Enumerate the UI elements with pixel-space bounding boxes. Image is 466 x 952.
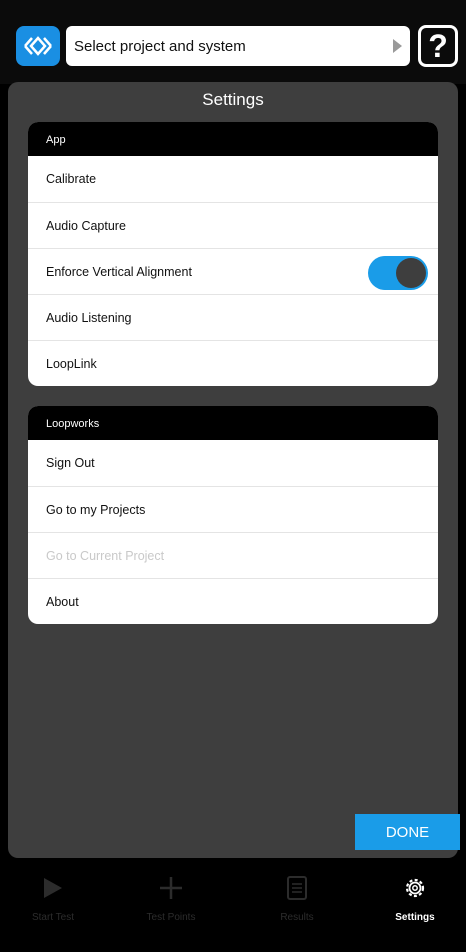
gear-icon xyxy=(405,878,425,898)
tab-test-points[interactable]: Test Points xyxy=(126,870,216,923)
help-button[interactable]: ? xyxy=(418,25,458,67)
audio-capture-row[interactable]: Audio Capture xyxy=(28,202,438,248)
section-header-loopworks: Loopworks xyxy=(28,406,438,440)
settings-panel: Settings App Calibrate Audio Capture Enf… xyxy=(8,82,460,858)
loopworks-section-card: Loopworks Sign Out Go to my Projects Go … xyxy=(28,406,438,624)
project-system-select[interactable]: Select project and system xyxy=(66,26,410,66)
audio-listening-row[interactable]: Audio Listening xyxy=(28,294,438,340)
toggle-knob xyxy=(396,258,426,288)
tab-label-start-test: Start Test xyxy=(31,912,75,923)
project-select-value: Select project and system xyxy=(74,37,246,55)
section-header-app: App xyxy=(28,122,438,156)
about-row[interactable]: About xyxy=(28,578,438,624)
tab-label-settings: Settings xyxy=(395,912,435,923)
enforce-vertical-alignment-row: Enforce Vertical Alignment xyxy=(28,248,438,294)
app-section-card: App Calibrate Audio Capture Enforce Vert… xyxy=(28,122,438,386)
diamond-logo-icon xyxy=(24,36,52,56)
document-icon xyxy=(287,876,307,900)
done-button[interactable]: DONE xyxy=(355,814,460,850)
go-to-my-projects-row[interactable]: Go to my Projects xyxy=(28,486,438,532)
page-title: Settings xyxy=(202,90,264,109)
looplink-row[interactable]: LoopLink xyxy=(28,340,438,386)
tab-results[interactable]: Results xyxy=(252,870,342,923)
enforce-vertical-alignment-toggle[interactable] xyxy=(368,256,428,290)
tab-label-test-points: Test Points xyxy=(146,912,196,923)
tab-settings[interactable]: Settings xyxy=(370,870,460,923)
plus-icon xyxy=(160,877,182,899)
tab-label-results: Results xyxy=(280,912,314,923)
play-arrow-icon xyxy=(393,39,402,53)
bottom-tab-bar: Start Test Test Points Results Settings xyxy=(0,862,466,952)
tab-start-test[interactable]: Start Test xyxy=(8,870,98,923)
go-to-current-project-row: Go to Current Project xyxy=(28,532,438,578)
sign-out-row[interactable]: Sign Out xyxy=(28,440,438,486)
app-logo-button[interactable] xyxy=(16,26,60,66)
calibrate-row[interactable]: Calibrate xyxy=(28,156,438,202)
play-icon xyxy=(44,878,62,898)
enforce-vertical-alignment-label: Enforce Vertical Alignment xyxy=(46,264,192,279)
top-bar: Select project and system ? xyxy=(0,0,466,84)
